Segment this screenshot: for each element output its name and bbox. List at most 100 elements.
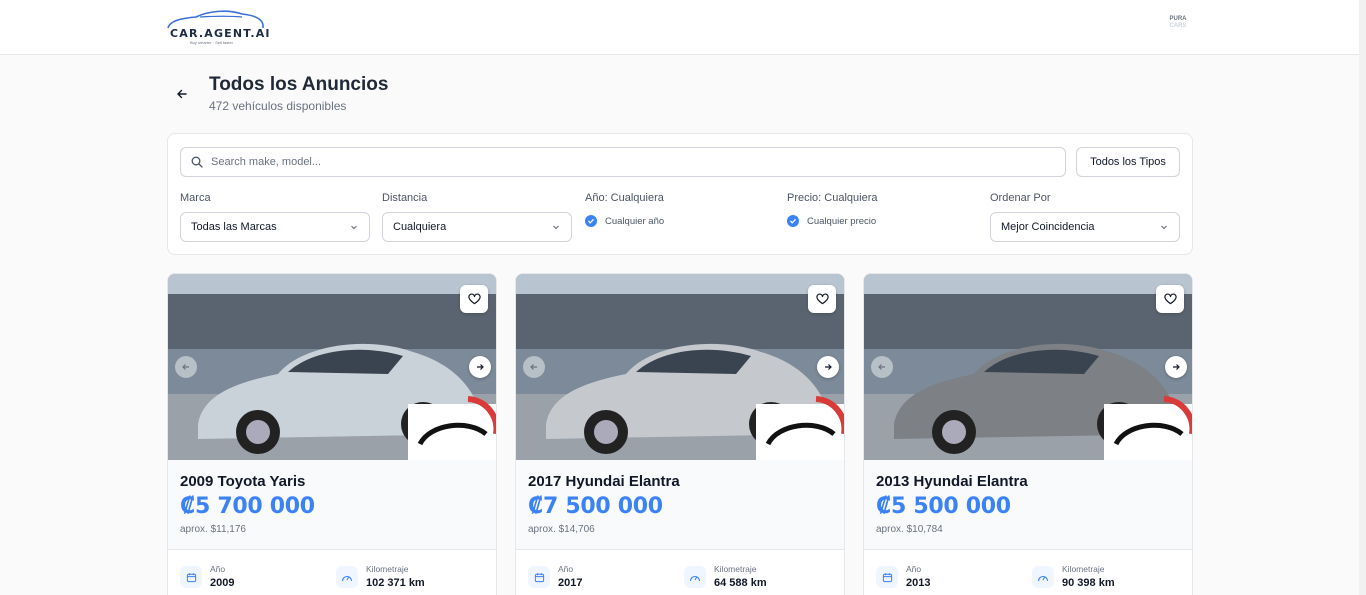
car-photo-image [864,274,1192,460]
check-icon [787,215,799,227]
mileage-spec-value: 64 588 km [714,577,767,589]
calendar-icon [180,566,202,588]
any-year-option[interactable]: Cualquier año [585,215,664,227]
car-agent-logo[interactable]: CAR.AGENT.AI Buy smarter · Sell faster [166,8,270,48]
listing-price-usd: aprox. $14,706 [528,524,595,535]
back-button[interactable] [172,84,192,104]
listing-price-usd: aprox. $10,784 [876,524,943,535]
year-spec-label: Año [906,564,922,574]
search-box[interactable] [180,147,1066,177]
sort-select-value: Mejor Coincidencia [1001,221,1095,233]
mileage-spec-value: 90 398 km [1062,577,1115,589]
distance-select-value: Cualquiera [393,221,447,233]
mileage-spec-label: Kilometraje [366,564,409,574]
listing-price-usd: aprox. $11,176 [180,524,246,535]
any-price-option-label: Cualquier precio [807,215,877,227]
car-photo[interactable] [168,274,496,460]
year-spec-value: 2009 [210,577,235,589]
listing-info: 2009 Toyota Yaris ₡5 700 000 aprox. $11,… [168,460,496,550]
page-scrollbar[interactable] [1359,0,1366,595]
mileage-spec-label: Kilometraje [714,564,757,574]
year-spec-value: 2017 [558,577,583,589]
filter-panel: Todos los Tipos Marca Todas las Marcas D… [167,133,1193,255]
partner-logo-bottom: CARS [1169,23,1187,29]
listing-price: ₡7 500 000 [528,494,663,519]
brand-label: Marca [180,192,211,204]
search-input[interactable] [211,156,1031,168]
heart-icon [815,293,829,305]
gauge-icon [336,566,358,588]
next-photo-button[interactable] [1165,356,1187,378]
sort-label: Ordenar Por [990,192,1051,204]
vehicle-types-button[interactable]: Todos los Tipos [1076,147,1180,177]
calendar-icon [876,566,898,588]
favorite-button[interactable] [808,285,836,313]
favorite-button[interactable] [460,285,488,313]
listing-card[interactable]: 2013 Hyundai Elantra ₡5 500 000 aprox. $… [863,273,1193,595]
page-title: Todos los Anuncios [209,74,389,95]
chevron-down-icon [1161,225,1167,230]
gauge-icon [1032,566,1054,588]
top-navbar: CAR.AGENT.AI Buy smarter · Sell faster P… [0,0,1366,55]
listing-title[interactable]: 2013 Hyundai Elantra [876,473,1028,490]
listing-price: ₡5 700 000 [180,494,315,519]
year-spec: Año 2017 [528,564,582,589]
mileage-spec: Kilometraje 102 371 km [336,564,425,589]
distance-label: Distancia [382,192,428,204]
check-icon [585,215,597,227]
pura-cars-logo[interactable]: PURA CARS [1166,16,1190,36]
arrow-right-icon [1173,364,1180,370]
arrow-left-icon [878,364,885,370]
year-spec: Año 2009 [180,564,234,589]
listing-card[interactable]: 2017 Hyundai Elantra ₡7 500 000 aprox. $… [515,273,845,595]
search-icon [191,156,203,168]
sort-select[interactable]: Mejor Coincidencia [990,212,1180,242]
gauge-icon [684,566,706,588]
year-spec: Año 2013 [876,564,930,589]
mileage-spec: Kilometraje 64 588 km [684,564,767,589]
partner-logo-top: PURA [1169,16,1187,22]
car-photo-image [516,274,844,460]
results-count: 472 vehículos disponibles [209,99,347,113]
listing-info: 2013 Hyundai Elantra ₡5 500 000 aprox. $… [864,460,1192,550]
car-photo[interactable] [516,274,844,460]
calendar-icon [528,566,550,588]
favorite-button[interactable] [1156,285,1184,313]
mileage-spec-label: Kilometraje [1062,564,1105,574]
mileage-spec: Kilometraje 90 398 km [1032,564,1115,589]
listing-price: ₡5 500 000 [876,494,1011,519]
listing-title[interactable]: 2017 Hyundai Elantra [528,473,680,490]
logo-text: CAR.AGENT.AI [170,27,271,40]
arrow-left-icon [177,89,187,99]
brand-select[interactable]: Todas las Marcas [180,212,370,242]
year-spec-value: 2013 [906,577,931,589]
brand-select-value: Todas las Marcas [191,221,277,233]
year-filter-label: Año: Cualquiera [585,192,664,204]
listing-title[interactable]: 2009 Toyota Yaris [180,473,305,490]
arrow-left-icon [182,364,189,370]
year-spec-label: Año [210,564,226,574]
next-photo-button[interactable] [469,356,491,378]
any-year-option-label: Cualquier año [605,215,665,227]
arrow-left-icon [530,364,537,370]
price-filter-label: Precio: Cualquiera [787,192,878,204]
car-photo-image [168,274,496,460]
mileage-spec-value: 102 371 km [366,577,425,589]
previous-photo-button[interactable] [523,356,545,378]
any-price-option[interactable]: Cualquier precio [787,215,876,227]
next-photo-button[interactable] [817,356,839,378]
heart-icon [1163,293,1177,305]
chevron-down-icon [553,225,559,230]
heart-icon [467,293,481,305]
logo-tagline: Buy smarter · Sell faster [190,40,233,45]
arrow-right-icon [825,364,832,370]
listing-info: 2017 Hyundai Elantra ₡7 500 000 aprox. $… [516,460,844,550]
previous-photo-button[interactable] [871,356,893,378]
chevron-down-icon [351,225,357,230]
car-photo[interactable] [864,274,1192,460]
year-spec-label: Año [558,564,574,574]
arrow-right-icon [477,364,484,370]
listing-card[interactable]: 2009 Toyota Yaris ₡5 700 000 aprox. $11,… [167,273,497,595]
distance-select[interactable]: Cualquiera [382,212,572,242]
previous-photo-button[interactable] [175,356,197,378]
